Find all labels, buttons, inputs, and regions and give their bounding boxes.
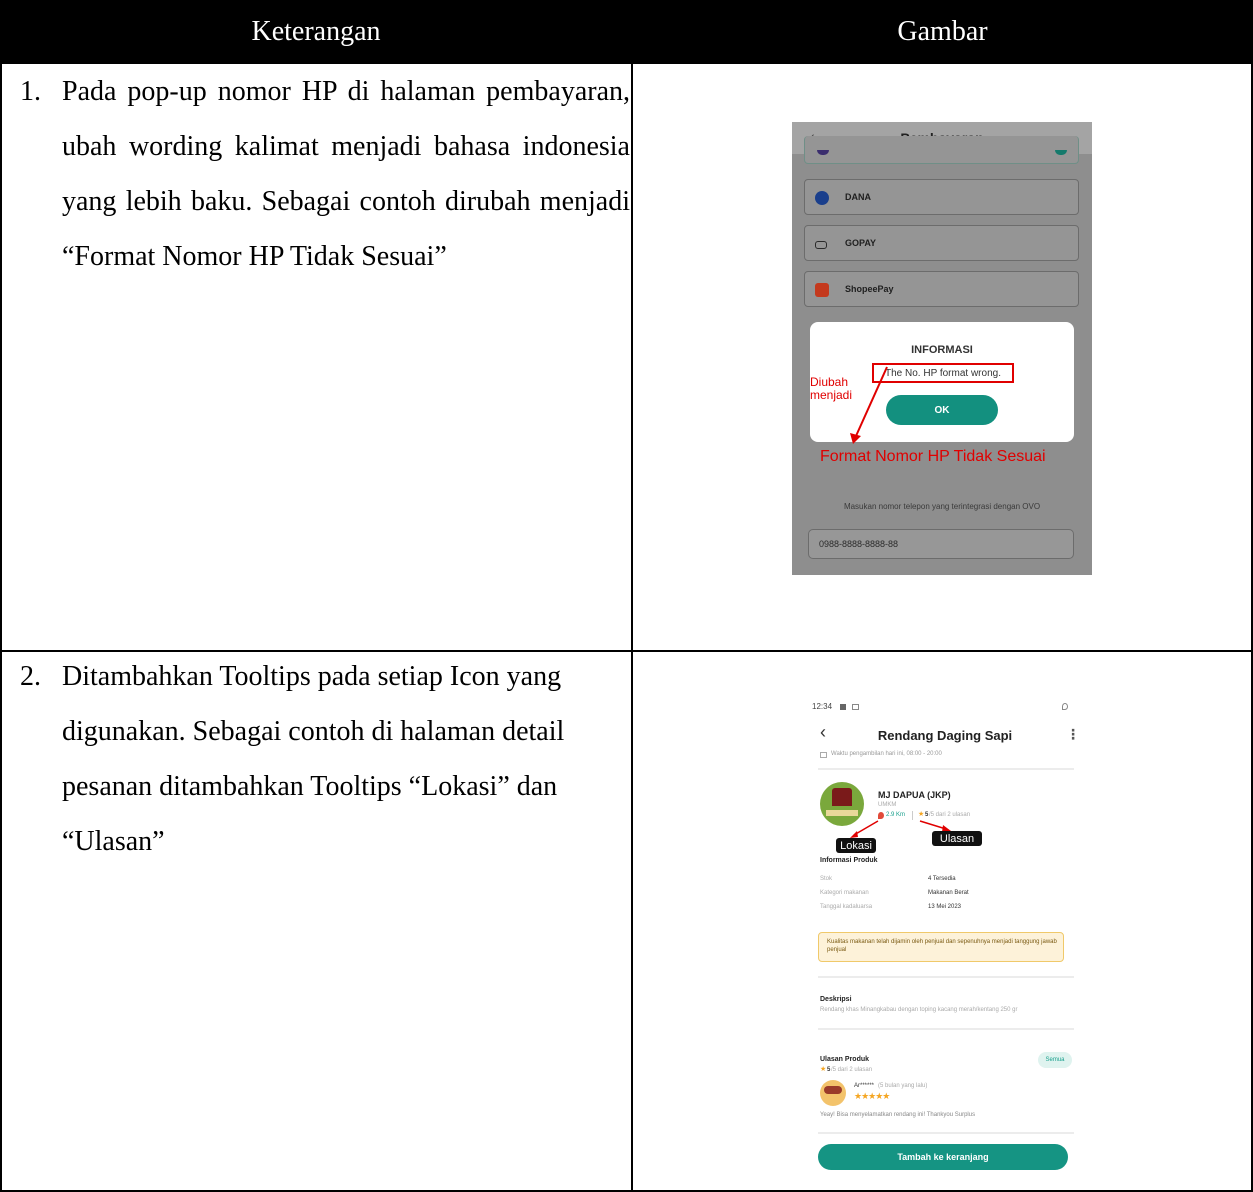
quality-notice-text: Kualitas makanan telah dijamin oleh penj…	[827, 939, 1057, 953]
rating-star-icon: ★	[820, 1066, 827, 1073]
review-age: (5 bulan yang lalu)	[878, 1083, 928, 1089]
payment-screenshot: ‹ Pembayaran DANA GOPAY ShopeePay INFORM…	[792, 122, 1092, 575]
phone-input[interactable]: 0988-8888-8888-88	[808, 529, 1074, 559]
header-gambar: Gambar	[632, 0, 1253, 64]
info-label: Stok	[820, 876, 833, 882]
info-value: 13 Mei 2023	[928, 904, 962, 910]
info-value: 4 Tersedia	[928, 876, 956, 882]
see-all-button[interactable]: Semua	[1038, 1052, 1072, 1068]
annotation-replacement-text: Format Nomor HP Tidak Sesuai	[820, 448, 1046, 465]
tooltip-reviews: Ulasan	[932, 831, 982, 846]
reviews-title: Ulasan Produk	[820, 1056, 870, 1063]
row-2-number: 2.	[20, 661, 41, 692]
phone-input-value: 0988-8888-8888-88	[819, 539, 899, 549]
product-info-title: Informasi Produk	[820, 857, 878, 864]
table-border-left	[0, 0, 2, 1192]
add-to-cart-button[interactable]: Tambah ke keranjang	[818, 1144, 1068, 1170]
divider	[818, 1028, 1074, 1030]
tooltip-location: Lokasi	[836, 838, 876, 853]
row-2-text: Ditambahkan Tooltips pada setiap Icon ya…	[62, 661, 565, 857]
review-stars: ★★★★★	[854, 1091, 890, 1101]
phone-hint: Masukan nomor telepon yang terintegrasi …	[843, 502, 1041, 511]
reviewer-avatar-detail	[824, 1086, 842, 1094]
review-summary: /5 dari 2 ulasan	[831, 1067, 873, 1073]
header-keterangan: Keterangan	[0, 0, 632, 64]
row-1-text: Pada pop-up nomor HP di halaman pembayar…	[62, 76, 630, 272]
divider	[818, 1132, 1074, 1134]
table-column-divider	[631, 0, 633, 1192]
row-1-number: 1.	[20, 76, 41, 107]
info-value: Makanan Berat	[928, 890, 969, 896]
divider	[818, 976, 1074, 978]
row-2-description: 2. Ditambahkan Tooltips pada setiap Icon…	[20, 649, 630, 869]
reviewer-avatar	[820, 1080, 846, 1106]
review-text: Yeay! Bisa menyelamatkan rendang ini! Th…	[820, 1112, 976, 1118]
review-rating: 5	[827, 1067, 831, 1073]
reviewer-name: Ar******	[854, 1083, 875, 1089]
product-detail-screenshot: 12:34 ‹ Rendang Daging Sapi ⋮ Waktu peng…	[802, 694, 1088, 1172]
info-label: Tanggal kadaluarsa	[820, 904, 873, 910]
description-text: Rendang khas Minangkabau dengan toping k…	[820, 1007, 1018, 1013]
tooltip-arrows	[850, 820, 951, 838]
row-1-description: 1. Pada pop-up nomor HP di halaman pemba…	[20, 64, 630, 284]
content-table: Keterangan Gambar 1. Pada pop-up nomor H…	[0, 0, 1253, 1192]
info-label: Kategori makanan	[820, 890, 869, 896]
quality-notice: Kualitas makanan telah dijamin oleh penj…	[818, 932, 1064, 962]
description-title: Deskripsi	[820, 996, 852, 1003]
